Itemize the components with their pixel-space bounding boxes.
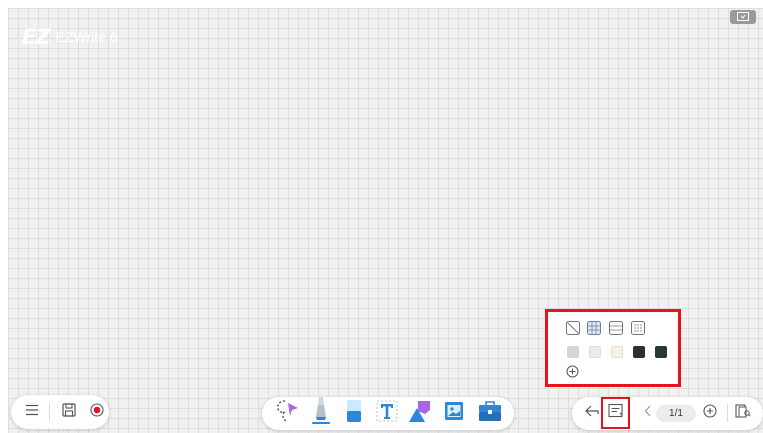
shapes-tool[interactable] [406,399,434,428]
text-icon [376,400,398,427]
grid-option-dots[interactable] [631,321,645,335]
background-popup [545,309,681,387]
left-toolbar-separator [49,403,50,421]
toolbox-tool[interactable] [476,400,504,427]
background-settings-button[interactable] [601,397,630,429]
center-toolbar [262,397,514,430]
menu-button[interactable] [19,399,45,425]
pen-icon [309,396,333,431]
page-manager-button[interactable] [731,402,755,424]
back-icon [584,404,600,423]
color-swatch[interactable] [633,346,645,358]
shapes-icon [406,398,434,429]
grid-option-none[interactable] [566,321,580,335]
app-logo: EZ EZWrite 6 [22,25,118,49]
eraser-tool[interactable] [342,400,366,427]
grid-option-grid[interactable] [587,321,601,335]
grid-icon [587,321,601,335]
logo-mark: EZ [22,25,51,49]
back-button[interactable] [581,402,603,424]
lasso-select-icon [275,398,301,429]
toolbox-icon [478,400,502,427]
save-icon [62,402,76,422]
color-swatch[interactable] [655,346,667,358]
right-toolbar-separator [727,404,728,422]
dotted-icon [631,321,645,335]
lasso-tool[interactable] [274,399,302,428]
canvas-edge-top [0,0,763,8]
add-color-button[interactable] [566,365,580,379]
background-settings-icon [607,403,624,424]
page-manager-icon [735,403,751,423]
add-page-button[interactable] [699,402,721,424]
record-icon [90,402,104,422]
screen-capture-button[interactable] [730,10,756,24]
image-icon [444,400,466,427]
previous-page-button[interactable] [641,404,655,422]
left-toolbar [11,395,109,429]
eraser-icon [345,399,363,428]
add-color-icon [566,365,579,378]
pen-tool[interactable] [308,396,334,431]
image-tool[interactable] [442,400,468,427]
record-button[interactable] [85,399,109,425]
chevron-left-icon [644,404,652,422]
color-swatch[interactable] [567,346,579,358]
add-page-icon [703,403,717,423]
menu-icon [25,403,39,421]
canvas-edge-left [0,0,8,433]
no-grid-icon [566,321,580,335]
screen-capture-icon [737,8,749,26]
grid-option-lines[interactable] [609,321,623,335]
save-button[interactable] [57,399,81,425]
lined-icon [609,321,623,335]
text-tool[interactable] [374,400,400,427]
color-swatch[interactable] [611,346,623,358]
app-name: EZWrite 6 [55,29,118,45]
color-swatch[interactable] [589,346,601,358]
page-indicator[interactable]: 1/1 [656,405,696,422]
